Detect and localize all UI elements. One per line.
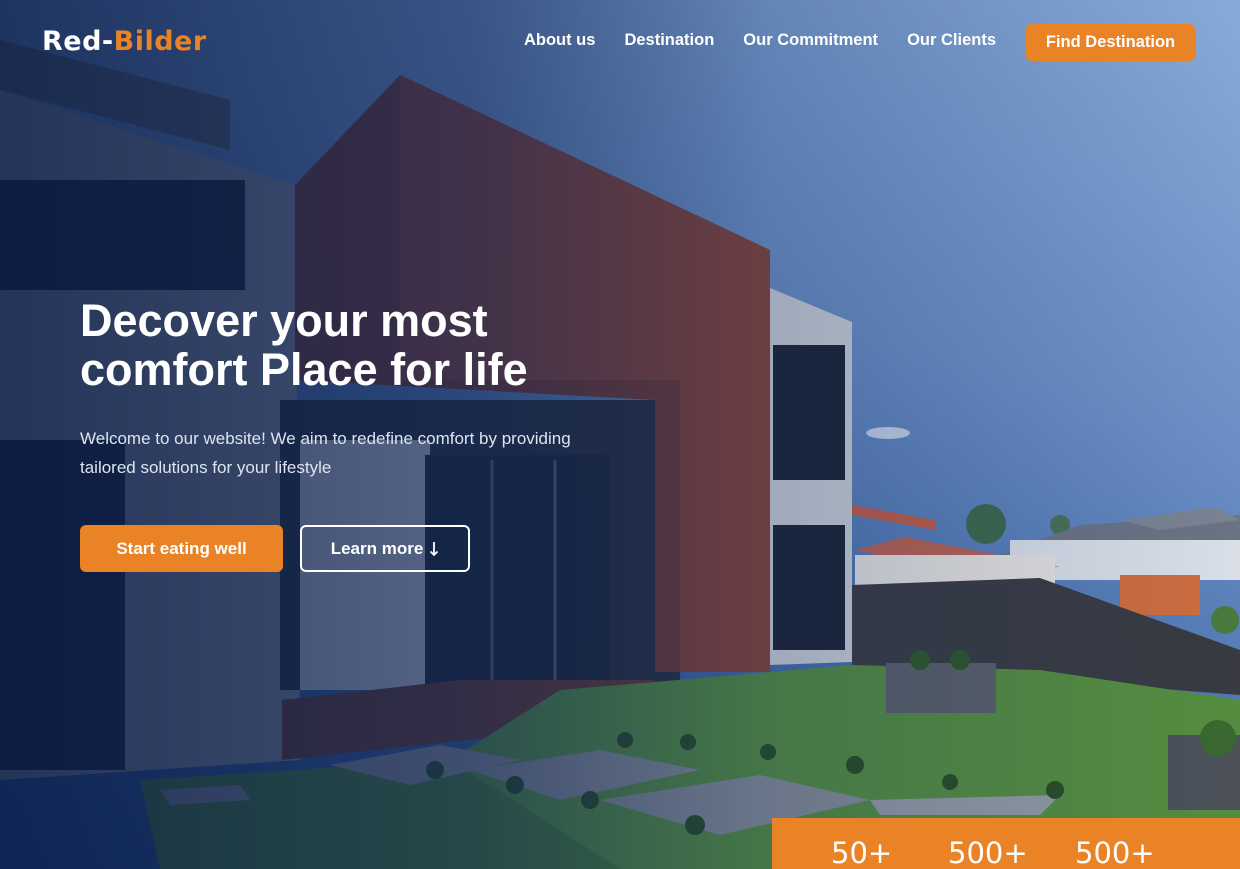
brand-logo[interactable]: Red-Bilder bbox=[42, 26, 207, 57]
stat-value-1: 50+ bbox=[831, 836, 893, 869]
logo-text-part2: Bilder bbox=[113, 26, 207, 57]
hero-subtitle: Welcome to our website! We aim to redefi… bbox=[80, 424, 640, 482]
hero-title: Decover your most comfort Place for life bbox=[80, 296, 640, 394]
hero-title-line1: Decover your most bbox=[80, 295, 488, 346]
stat-value-2: 500+ bbox=[948, 836, 1028, 869]
stat-value-3: 500+ bbox=[1075, 836, 1155, 869]
hero-subtitle-line1: Welcome to our website! We aim to redefi… bbox=[80, 429, 571, 448]
find-destination-button[interactable]: Find Destination bbox=[1025, 24, 1196, 61]
nav-link-our-commitment[interactable]: Our Commitment bbox=[743, 31, 878, 50]
learn-more-button[interactable]: Learn more bbox=[300, 525, 470, 572]
learn-more-label: Learn more bbox=[330, 538, 424, 558]
hero-title-line2: comfort Place for life bbox=[80, 344, 528, 395]
nav-link-our-clients[interactable]: Our Clients bbox=[907, 31, 996, 50]
start-eating-well-button[interactable]: Start eating well bbox=[80, 525, 283, 572]
nav-link-destination[interactable]: Destination bbox=[624, 31, 714, 50]
top-nav: Red-Bilder About us Destination Our Comm… bbox=[0, 0, 1240, 84]
nav-menu: About us Destination Our Commitment Our … bbox=[524, 31, 996, 50]
arrow-down-icon bbox=[430, 541, 439, 556]
stats-bar: 50+ 500+ 500+ bbox=[772, 818, 1240, 869]
logo-text-part1: Red- bbox=[42, 26, 114, 57]
nav-link-about-us[interactable]: About us bbox=[524, 31, 596, 50]
hero-subtitle-line2: tailored solutions for your lifestyle bbox=[80, 458, 332, 477]
